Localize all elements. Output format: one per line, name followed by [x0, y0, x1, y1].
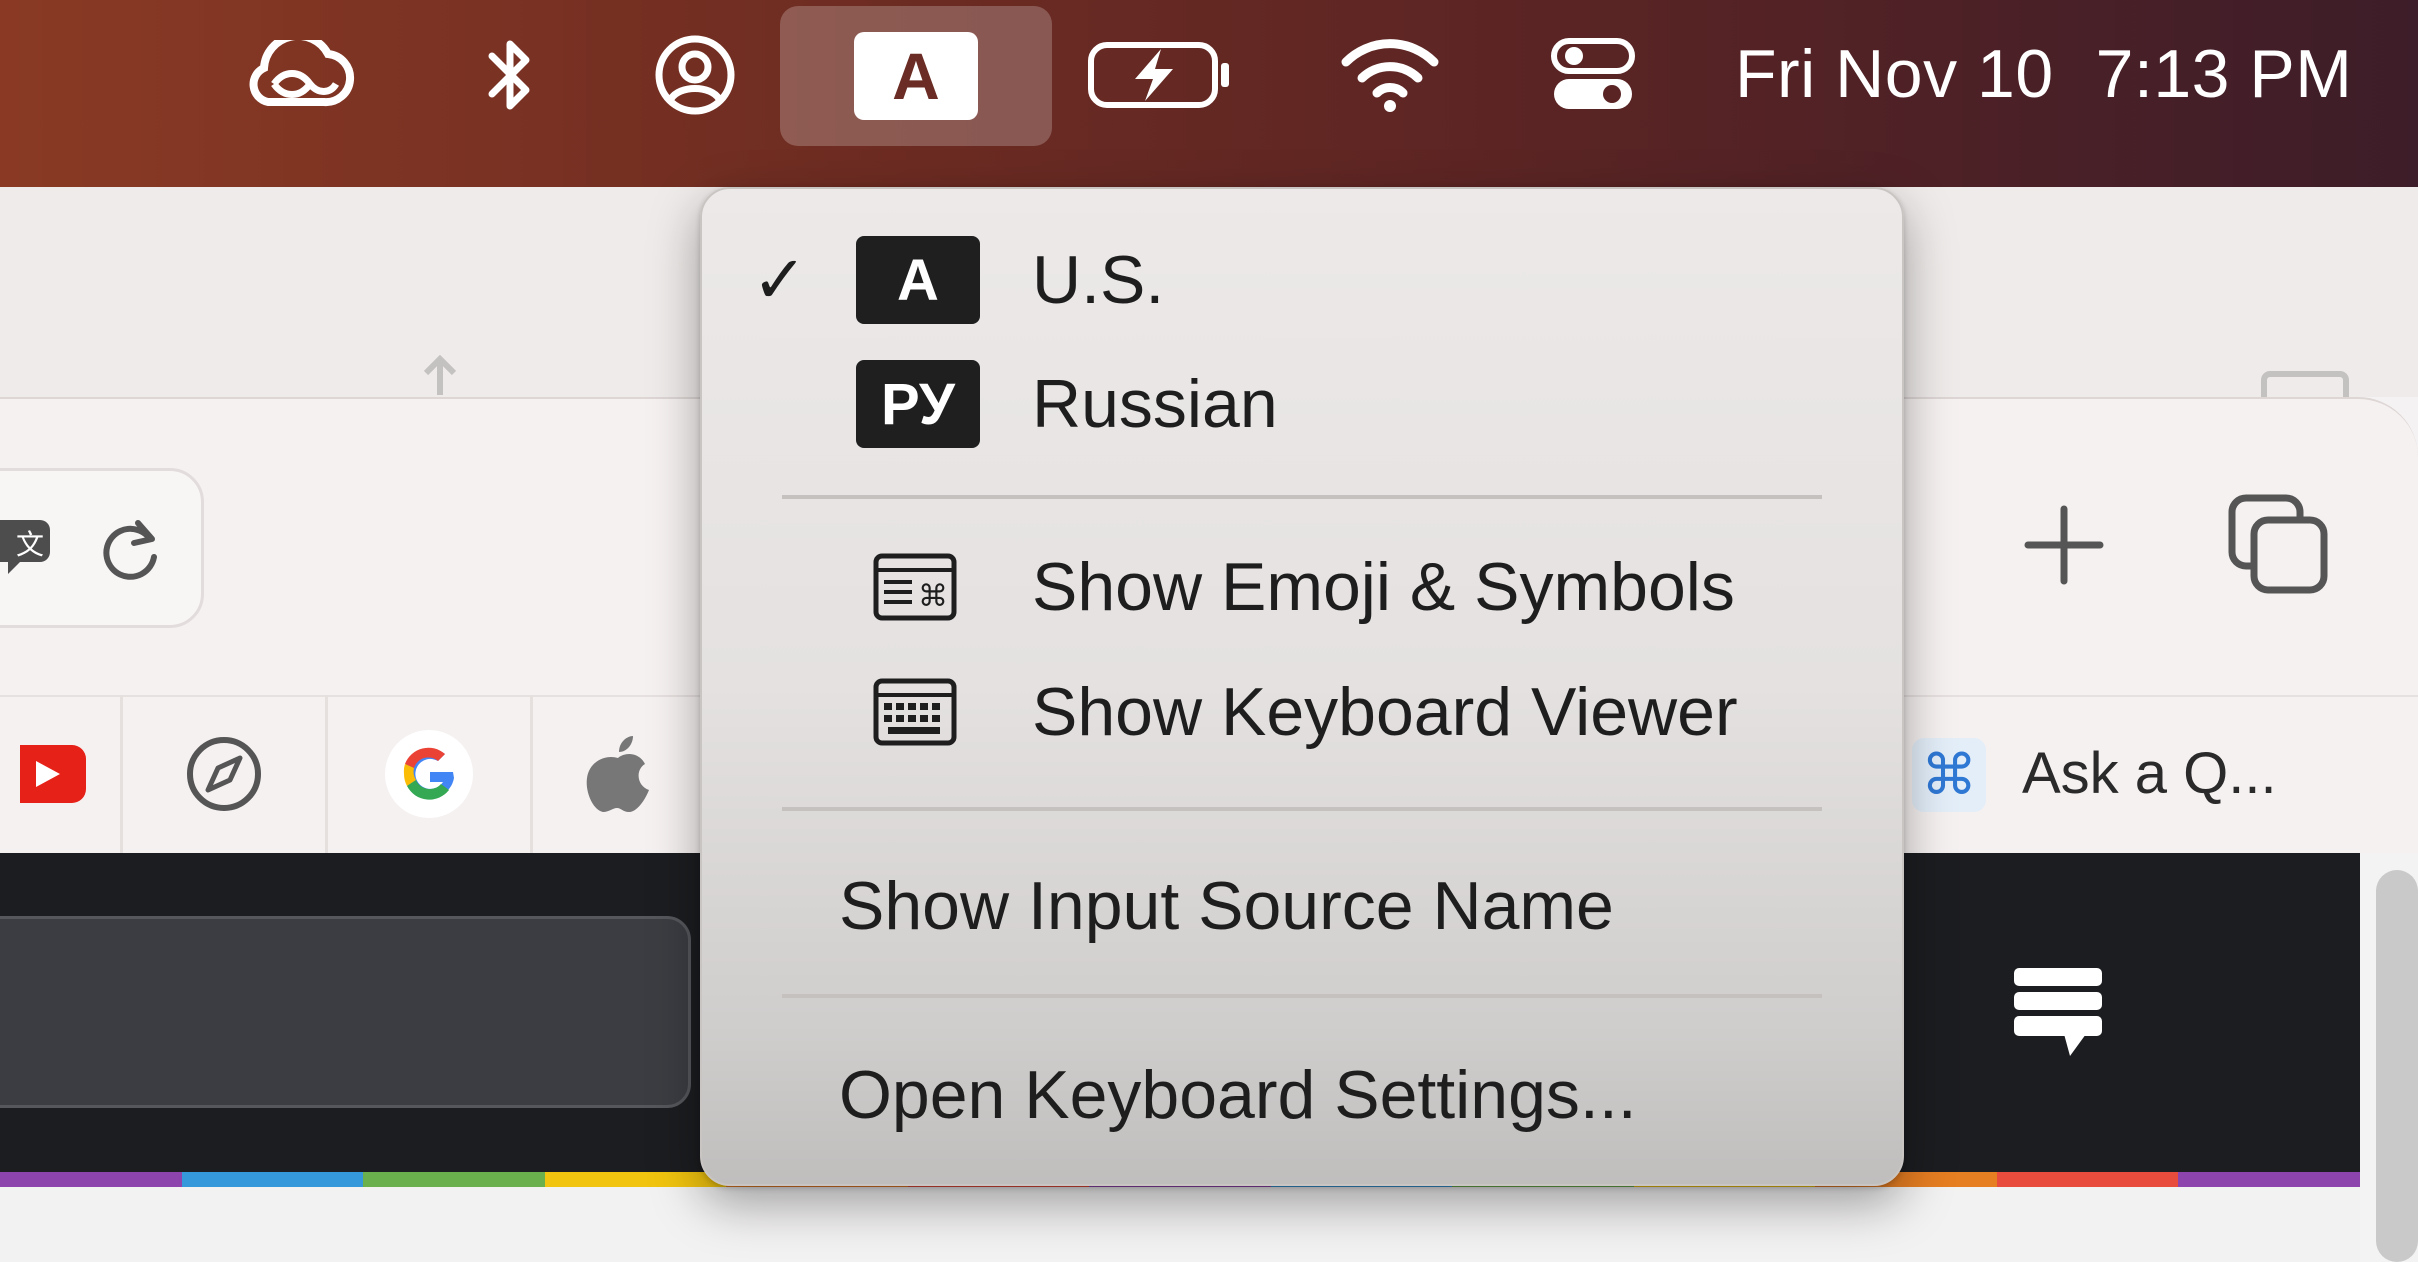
- menu-separator: [782, 994, 1822, 998]
- bluetooth-icon[interactable]: [470, 0, 550, 150]
- translate-icon[interactable]: 文: [0, 512, 66, 578]
- user-account-icon[interactable]: [650, 0, 740, 150]
- color-stripe-segment: [0, 1172, 182, 1187]
- color-stripe-segment: [1996, 1172, 2179, 1187]
- bookmark-google[interactable]: [328, 695, 533, 853]
- tab-overview-icon[interactable]: [2226, 492, 2330, 596]
- menu-item-label: Open Keyboard Settings...: [839, 1057, 1637, 1133]
- control-center-icon[interactable]: [1548, 0, 1638, 150]
- menu-item-open-keyboard-settings[interactable]: Open Keyboard Settings...: [702, 1040, 1902, 1150]
- emoji-symbols-icon: ⌘: [873, 553, 957, 621]
- menu-item-label: Show Emoji & Symbols: [1032, 549, 1735, 625]
- input-source-menu: ✓ A U.S. РУ Russian ⌘ Show Emoji & Symbo…: [700, 187, 1904, 1186]
- color-stripe-segment: [2178, 1172, 2360, 1187]
- page-body: [0, 1187, 2360, 1262]
- menu-bar: A Fri Nov 10 7:13 PM: [0, 0, 2418, 187]
- apple-icon: [586, 736, 649, 812]
- share-icon: [423, 355, 457, 395]
- reader-icon: [2261, 371, 2349, 398]
- reload-icon[interactable]: [96, 515, 166, 585]
- menu-item-us[interactable]: ✓ A U.S.: [702, 225, 1902, 335]
- bookmark-youtube[interactable]: [0, 695, 123, 853]
- color-stripe-segment: [363, 1172, 545, 1187]
- color-stripe-segment: [544, 1172, 727, 1187]
- scrollbar-thumb[interactable]: [2376, 870, 2418, 1262]
- bookmark-compass[interactable]: [123, 695, 328, 853]
- creative-cloud-icon[interactable]: [240, 0, 360, 150]
- page-search-field[interactable]: [0, 916, 691, 1108]
- battery-charging-icon[interactable]: [1085, 0, 1235, 150]
- menu-item-show-input-source-name[interactable]: Show Input Source Name: [702, 851, 1902, 961]
- youtube-icon: [20, 745, 86, 803]
- input-source-icon[interactable]: A: [854, 32, 978, 120]
- color-stripe-segment: [181, 1172, 364, 1187]
- bookmark-apple[interactable]: [533, 695, 703, 853]
- menu-item-show-keyboard-viewer[interactable]: Show Keyboard Viewer: [702, 657, 1902, 767]
- comments-icon[interactable]: [2010, 964, 2106, 1064]
- menu-item-label: Show Input Source Name: [839, 868, 1614, 944]
- menu-item-show-emoji-symbols[interactable]: ⌘ Show Emoji & Symbols: [702, 532, 1902, 642]
- wifi-icon[interactable]: [1338, 0, 1442, 150]
- bookmark-ask-a-question[interactable]: Ask a Q...: [2022, 740, 2277, 807]
- us-layout-badge: A: [856, 236, 980, 324]
- new-tab-icon[interactable]: [2022, 503, 2106, 587]
- keyboard-viewer-icon: [873, 678, 957, 746]
- ask-bookmark-icon: ⌘: [1912, 738, 1986, 812]
- menu-bar-clock[interactable]: Fri Nov 10 7:13 PM: [1735, 0, 2352, 148]
- menu-item-label: Russian: [1032, 366, 1278, 442]
- clock-time: 7:13 PM: [2095, 36, 2353, 112]
- svg-text:文: 文: [16, 528, 44, 561]
- checkmark-icon: ✓: [752, 241, 808, 319]
- svg-text:⌘: ⌘: [918, 579, 948, 614]
- google-icon: [385, 730, 473, 818]
- menu-separator: [782, 495, 1822, 499]
- menu-separator: [782, 807, 1822, 811]
- menu-item-label: U.S.: [1032, 242, 1165, 318]
- menu-item-russian[interactable]: РУ Russian: [702, 349, 1902, 459]
- clock-date: Fri Nov 10: [1735, 36, 2054, 112]
- russian-layout-badge: РУ: [856, 360, 980, 448]
- compass-icon: [187, 737, 261, 811]
- menu-item-label: Show Keyboard Viewer: [1032, 674, 1738, 750]
